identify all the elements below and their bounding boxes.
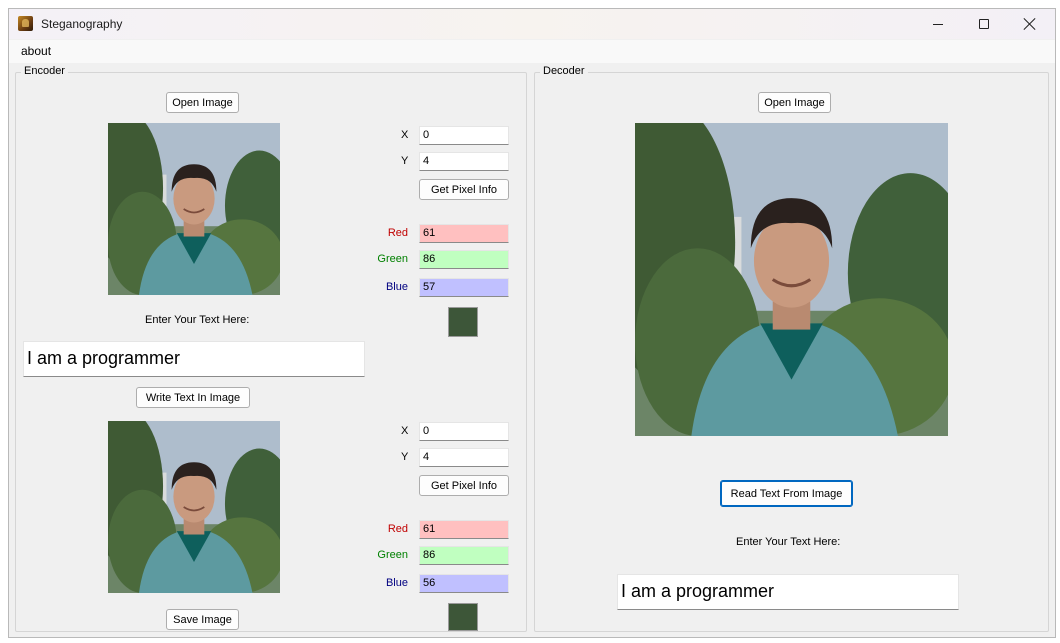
decoder-image xyxy=(635,123,948,436)
bottom-blue-label: Blue xyxy=(385,577,408,589)
encoder-group: Encoder Open Image X 0 Y 4 Get Pixel Inf… xyxy=(15,65,527,632)
decoder-title: Decoder xyxy=(540,65,588,77)
top-blue-value[interactable]: 57 xyxy=(419,278,509,297)
bottom-green-label: Green xyxy=(377,549,408,561)
read-text-from-image-button[interactable]: Read Text From Image xyxy=(720,480,853,507)
top-red-value[interactable]: 61 xyxy=(419,224,509,243)
write-text-in-image-button[interactable]: Write Text In Image xyxy=(136,387,250,408)
title-bar[interactable]: Steganography xyxy=(9,9,1055,39)
menu-about[interactable]: about xyxy=(17,44,55,58)
encoder-text-label: Enter Your Text Here: xyxy=(145,314,250,326)
top-green-label: Green xyxy=(377,253,408,265)
bottom-color-swatch xyxy=(448,603,478,631)
bottom-y-label: Y xyxy=(401,451,409,463)
encoder-result-image xyxy=(108,421,280,593)
minimize-icon xyxy=(933,23,943,25)
top-get-pixel-info-button[interactable]: Get Pixel Info xyxy=(419,179,509,200)
top-x-input[interactable]: 0 xyxy=(419,126,509,145)
bottom-y-input[interactable]: 4 xyxy=(419,448,509,467)
bottom-x-input[interactable]: 0 xyxy=(419,422,509,441)
bottom-blue-value[interactable]: 56 xyxy=(419,574,509,593)
decoder-text-output[interactable]: I am a programmer xyxy=(617,574,959,610)
top-x-label: X xyxy=(401,129,409,141)
window-title: Steganography xyxy=(41,17,123,31)
encoder-text-input[interactable]: I am a programmer xyxy=(23,341,365,377)
decoder-open-image-button[interactable]: Open Image xyxy=(758,92,831,113)
encoder-open-image-button[interactable]: Open Image xyxy=(166,92,239,113)
bottom-green-value[interactable]: 86 xyxy=(419,546,509,565)
app-image-icon xyxy=(18,16,33,31)
top-y-label: Y xyxy=(401,155,409,167)
decoder-text-label: Enter Your Text Here: xyxy=(736,536,841,548)
save-image-button[interactable]: Save Image xyxy=(166,609,239,630)
top-red-label: Red xyxy=(387,227,408,239)
close-icon xyxy=(1024,18,1036,30)
maximize-button[interactable] xyxy=(961,9,1007,39)
bottom-x-label: X xyxy=(401,425,409,437)
encoder-source-image xyxy=(108,123,280,295)
maximize-icon xyxy=(979,19,989,29)
top-green-value[interactable]: 86 xyxy=(419,250,509,269)
app-window: Steganography about Encoder Open Image X… xyxy=(8,8,1056,638)
bottom-red-value[interactable]: 61 xyxy=(419,520,509,539)
decoder-group: Decoder Open Image Read Text From Image … xyxy=(534,65,1049,632)
bottom-red-label: Red xyxy=(387,523,408,535)
menu-bar: about xyxy=(9,40,1055,63)
encoder-title: Encoder xyxy=(21,65,68,77)
minimize-button[interactable] xyxy=(915,9,961,39)
top-y-input[interactable]: 4 xyxy=(419,152,509,171)
bottom-get-pixel-info-button[interactable]: Get Pixel Info xyxy=(419,475,509,496)
top-color-swatch xyxy=(448,307,478,337)
top-blue-label: Blue xyxy=(385,281,408,293)
close-button[interactable] xyxy=(1007,9,1053,39)
